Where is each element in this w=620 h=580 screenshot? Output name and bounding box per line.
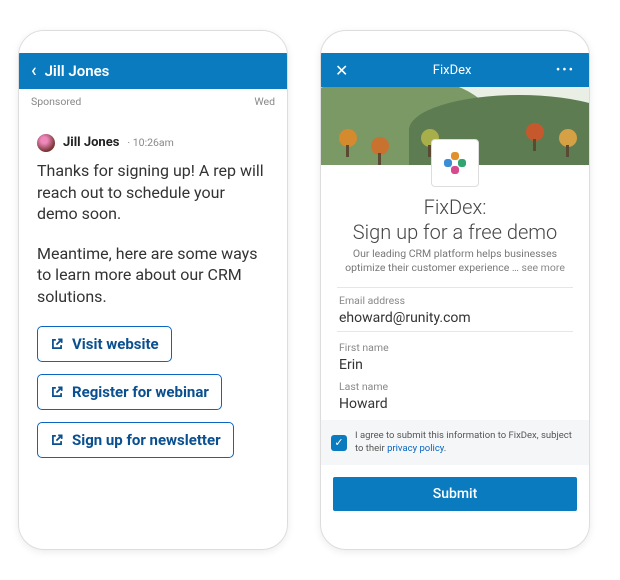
lastname-field-block[interactable]: Last name (337, 377, 573, 414)
conversation-header[interactable]: ‹ Jill Jones (19, 53, 287, 89)
email-label: Email address (339, 294, 571, 307)
email-field[interactable] (339, 308, 571, 328)
firstname-field-block[interactable]: First name (337, 338, 573, 375)
company-logo-wrap (321, 139, 589, 187)
author-time: · 10:26am (127, 136, 173, 150)
author-name: Jill Jones (63, 134, 119, 152)
form-header: ✕ FixDex ••• (321, 53, 589, 87)
firstname-label: First name (339, 341, 571, 354)
sponsored-label: Sponsored (31, 95, 81, 108)
form-heading: FixDex: Sign up for a free demo (321, 187, 589, 247)
external-link-icon (50, 433, 64, 447)
meta-row: Sponsored Wed (19, 89, 287, 112)
message-paragraph-2: Meantime, here are some ways to learn mo… (37, 243, 269, 308)
submit-button[interactable]: Submit (333, 477, 577, 511)
consent-row: ✓ I agree to submit this information to … (321, 420, 589, 465)
day-label: Wed (254, 95, 275, 108)
lastname-label: Last name (339, 380, 571, 393)
consent-text: I agree to submit this information to Fi… (355, 430, 579, 455)
signup-newsletter-button[interactable]: Sign up for newsletter (37, 422, 234, 458)
cta-label: Sign up for newsletter (72, 430, 221, 450)
submit-wrap: Submit (321, 465, 589, 511)
email-field-block[interactable]: Email address (337, 287, 573, 332)
phone-left: ‹ Jill Jones Sponsored Wed Jill Jones · … (18, 30, 288, 550)
logo-icon (444, 152, 466, 174)
cta-label: Visit website (72, 334, 159, 354)
firstname-field[interactable] (339, 355, 571, 375)
privacy-policy-link[interactable]: privacy policy (387, 443, 444, 454)
message-body: Jill Jones · 10:26am Thanks for signing … (19, 112, 287, 470)
header-title: Jill Jones (45, 62, 110, 80)
back-chevron-icon[interactable]: ‹ (31, 62, 37, 80)
message-author-row: Jill Jones · 10:26am (37, 134, 269, 152)
form-subtext: Our leading CRM platform helps businesse… (321, 247, 589, 283)
company-logo (431, 139, 479, 187)
see-more-link[interactable]: … see more (512, 261, 565, 274)
more-options-icon[interactable]: ••• (556, 63, 575, 78)
lastname-field[interactable] (339, 394, 571, 414)
statusbar-spacer (19, 31, 287, 53)
avatar (37, 134, 55, 152)
cta-label: Register for webinar (72, 382, 209, 402)
external-link-icon (50, 337, 64, 351)
message-paragraph-1: Thanks for signing up! A rep will reach … (37, 160, 269, 225)
external-link-icon (50, 385, 64, 399)
phone-right: ✕ FixDex ••• FixDex: Sign up for a free … (320, 30, 590, 550)
consent-checkbox[interactable]: ✓ (331, 435, 347, 451)
visit-website-button[interactable]: Visit website (37, 326, 172, 362)
lead-form: Email address First name Last name ✓ I a… (321, 283, 589, 465)
close-icon[interactable]: ✕ (335, 61, 348, 80)
register-webinar-button[interactable]: Register for webinar (37, 374, 222, 410)
app-title: FixDex (433, 63, 472, 78)
